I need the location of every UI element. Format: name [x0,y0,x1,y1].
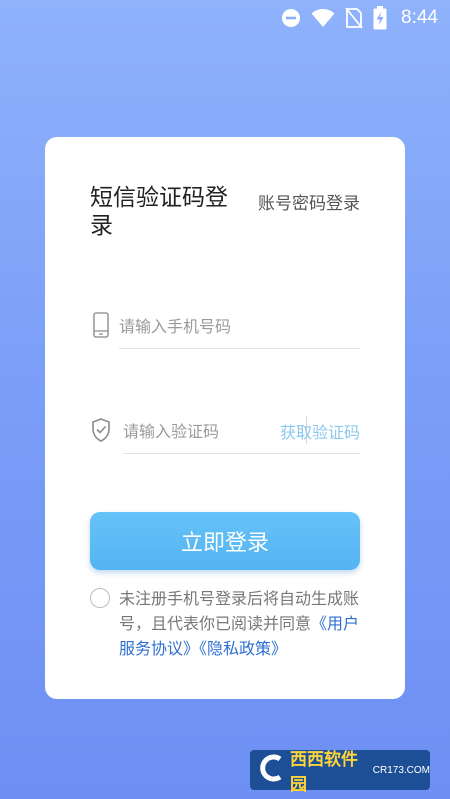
shield-check-icon [90,417,112,443]
status-time: 8:44 [401,7,438,28]
privacy-policy-link[interactable]: 《隐私政策》 [199,639,287,658]
status-bar: 8:44 [0,0,450,36]
agreement-checkbox[interactable] [90,588,110,608]
phone-field [90,305,360,349]
no-sim-icon [345,7,363,29]
do-not-disturb-icon [281,8,301,28]
wifi-icon [311,8,335,28]
code-input[interactable] [123,414,258,448]
watermark-logo: 西西软件园 CR173.COM [250,750,430,795]
watermark-brand: 西西软件园 [290,750,358,795]
phone-underline [119,348,360,349]
phone-icon [90,312,112,338]
page-title: 短信验证码登录 [90,185,228,239]
watermark-c-icon [258,753,284,787]
agreement-text: 未注册手机号登录后将自动生成账号，且代表你已阅读并同意《用户服务协议》《隐私政策… [119,586,360,661]
code-underline [123,453,360,454]
code-field: 获取验证码 [90,410,360,454]
login-button[interactable]: 立即登录 [90,512,360,570]
get-code-button[interactable]: 获取验证码 [280,419,360,443]
watermark-url: CR173.COM [372,764,430,776]
battery-charging-icon [373,6,387,30]
login-card: 短信验证码登录 账号密码登录 获取验证码 立即登录 未注册手机号登录后将自动生成… [45,137,405,699]
phone-input[interactable] [119,309,359,343]
password-login-link[interactable]: 账号密码登录 [258,189,360,214]
